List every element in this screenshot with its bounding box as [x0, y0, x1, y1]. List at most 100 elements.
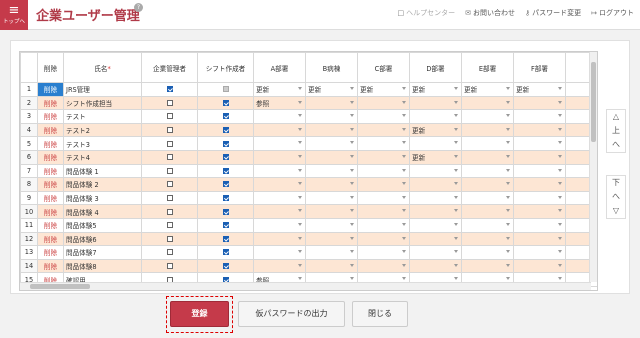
- dept-select-5[interactable]: [513, 136, 566, 151]
- shift-checkbox[interactable]: [222, 222, 229, 229]
- delete-link[interactable]: 削除: [37, 217, 64, 233]
- dept-select-3[interactable]: [409, 204, 462, 219]
- dept-select-2[interactable]: [357, 95, 410, 111]
- admin-checkbox-cell[interactable]: [141, 204, 198, 219]
- dept-select-0[interactable]: [253, 231, 306, 247]
- dept-select-1[interactable]: [305, 163, 358, 179]
- admin-checkbox-cell[interactable]: [141, 217, 198, 233]
- dept-select-1[interactable]: [305, 190, 358, 206]
- dept-select-0[interactable]: 参照: [253, 95, 306, 111]
- admin-checkbox-cell[interactable]: [141, 245, 198, 260]
- dept-select-2[interactable]: [357, 163, 410, 179]
- header-link-3[interactable]: ↦ ログアウト: [591, 8, 634, 18]
- dept-select-0[interactable]: [253, 149, 306, 165]
- header-link-1[interactable]: ✉ お問い合わせ: [465, 8, 515, 18]
- dept-select-4[interactable]: [461, 231, 514, 247]
- chevron-up-icon[interactable]: へ: [607, 138, 625, 152]
- admin-checkbox[interactable]: [166, 127, 173, 134]
- dept-select-1[interactable]: [305, 122, 358, 138]
- dept-select-5[interactable]: [513, 163, 566, 179]
- admin-checkbox[interactable]: [166, 140, 173, 147]
- shift-checkbox-cell[interactable]: [197, 231, 254, 247]
- admin-checkbox[interactable]: [166, 222, 173, 229]
- dept-select-3[interactable]: [409, 136, 462, 151]
- dept-select-4[interactable]: [461, 95, 514, 111]
- register-button[interactable]: 登録: [170, 301, 229, 327]
- dept-select-1[interactable]: [305, 136, 358, 151]
- shift-checkbox[interactable]: [222, 167, 229, 174]
- dept-select-5[interactable]: [513, 177, 566, 192]
- dept-select-3[interactable]: [409, 258, 462, 274]
- delete-link[interactable]: 削除: [37, 245, 64, 260]
- dept-select-4[interactable]: [461, 190, 514, 206]
- dept-select-1[interactable]: [305, 109, 358, 124]
- header-link-0[interactable]: □ ヘルプセンター: [397, 8, 455, 18]
- dept-select-3[interactable]: [409, 163, 462, 179]
- dept-select-4[interactable]: 更新: [461, 82, 514, 97]
- admin-checkbox-cell[interactable]: [141, 258, 198, 274]
- dept-select-1[interactable]: 更新: [305, 82, 358, 97]
- admin-checkbox[interactable]: [166, 195, 173, 202]
- dept-select-3[interactable]: [409, 190, 462, 206]
- admin-checkbox[interactable]: [166, 86, 173, 93]
- dept-select-0[interactable]: [253, 136, 306, 151]
- dept-select-2[interactable]: [357, 217, 410, 233]
- dept-select-4[interactable]: [461, 163, 514, 179]
- move-up-control[interactable]: △ 上 へ: [606, 109, 626, 153]
- shift-checkbox-cell[interactable]: [197, 217, 254, 233]
- delete-link[interactable]: 削除: [37, 95, 64, 111]
- dept-select-5[interactable]: [513, 95, 566, 111]
- dept-select-5[interactable]: [513, 231, 566, 247]
- dept-select-2[interactable]: [357, 177, 410, 192]
- chevron-up-icon[interactable]: へ: [607, 190, 625, 204]
- dept-select-1[interactable]: [305, 177, 358, 192]
- vertical-scrollbar[interactable]: [589, 52, 597, 282]
- dept-select-3[interactable]: 更新: [409, 122, 462, 138]
- move-up-label[interactable]: 上: [607, 124, 625, 138]
- dept-select-3[interactable]: 更新: [409, 149, 462, 165]
- dept-select-5[interactable]: [513, 258, 566, 274]
- move-down-label[interactable]: 下: [607, 176, 625, 190]
- dept-select-5[interactable]: [513, 204, 566, 219]
- admin-checkbox-cell[interactable]: [141, 163, 198, 179]
- shift-checkbox-cell[interactable]: [197, 122, 254, 138]
- dept-select-0[interactable]: [253, 204, 306, 219]
- shift-checkbox[interactable]: [222, 99, 229, 106]
- dept-select-1[interactable]: [305, 231, 358, 247]
- dept-select-3[interactable]: [409, 109, 462, 124]
- dept-select-0[interactable]: [253, 177, 306, 192]
- shift-checkbox-cell[interactable]: [197, 136, 254, 151]
- admin-checkbox[interactable]: [166, 249, 173, 256]
- dept-select-1[interactable]: [305, 245, 358, 260]
- shift-checkbox[interactable]: [222, 263, 229, 270]
- dept-select-4[interactable]: [461, 177, 514, 192]
- dept-select-3[interactable]: [409, 95, 462, 111]
- move-down-control[interactable]: 下 へ ▽: [606, 175, 626, 219]
- delete-link[interactable]: 削除: [37, 204, 64, 219]
- dept-select-2[interactable]: [357, 136, 410, 151]
- delete-link[interactable]: 削除: [37, 177, 64, 192]
- shift-checkbox-cell[interactable]: [197, 95, 254, 111]
- admin-checkbox[interactable]: [166, 113, 173, 120]
- dept-select-2[interactable]: [357, 122, 410, 138]
- delete-link[interactable]: 削除: [37, 231, 64, 247]
- dept-select-4[interactable]: [461, 217, 514, 233]
- dept-select-5[interactable]: [513, 109, 566, 124]
- dept-select-5[interactable]: [513, 149, 566, 165]
- shift-checkbox[interactable]: [222, 140, 229, 147]
- dept-select-0[interactable]: [253, 217, 306, 233]
- dept-select-0[interactable]: [253, 245, 306, 260]
- dept-select-2[interactable]: [357, 109, 410, 124]
- dept-select-1[interactable]: [305, 258, 358, 274]
- delete-link[interactable]: 削除: [37, 190, 64, 206]
- dept-select-0[interactable]: [253, 122, 306, 138]
- dept-select-1[interactable]: [305, 149, 358, 165]
- admin-checkbox-cell[interactable]: [141, 109, 198, 124]
- shift-checkbox[interactable]: [222, 113, 229, 120]
- admin-checkbox-cell[interactable]: [141, 190, 198, 206]
- shift-checkbox[interactable]: [222, 127, 229, 134]
- shift-checkbox-cell[interactable]: [197, 82, 254, 97]
- delete-link[interactable]: 削除: [37, 82, 64, 97]
- triangle-down-icon[interactable]: ▽: [607, 204, 625, 218]
- dept-select-4[interactable]: [461, 122, 514, 138]
